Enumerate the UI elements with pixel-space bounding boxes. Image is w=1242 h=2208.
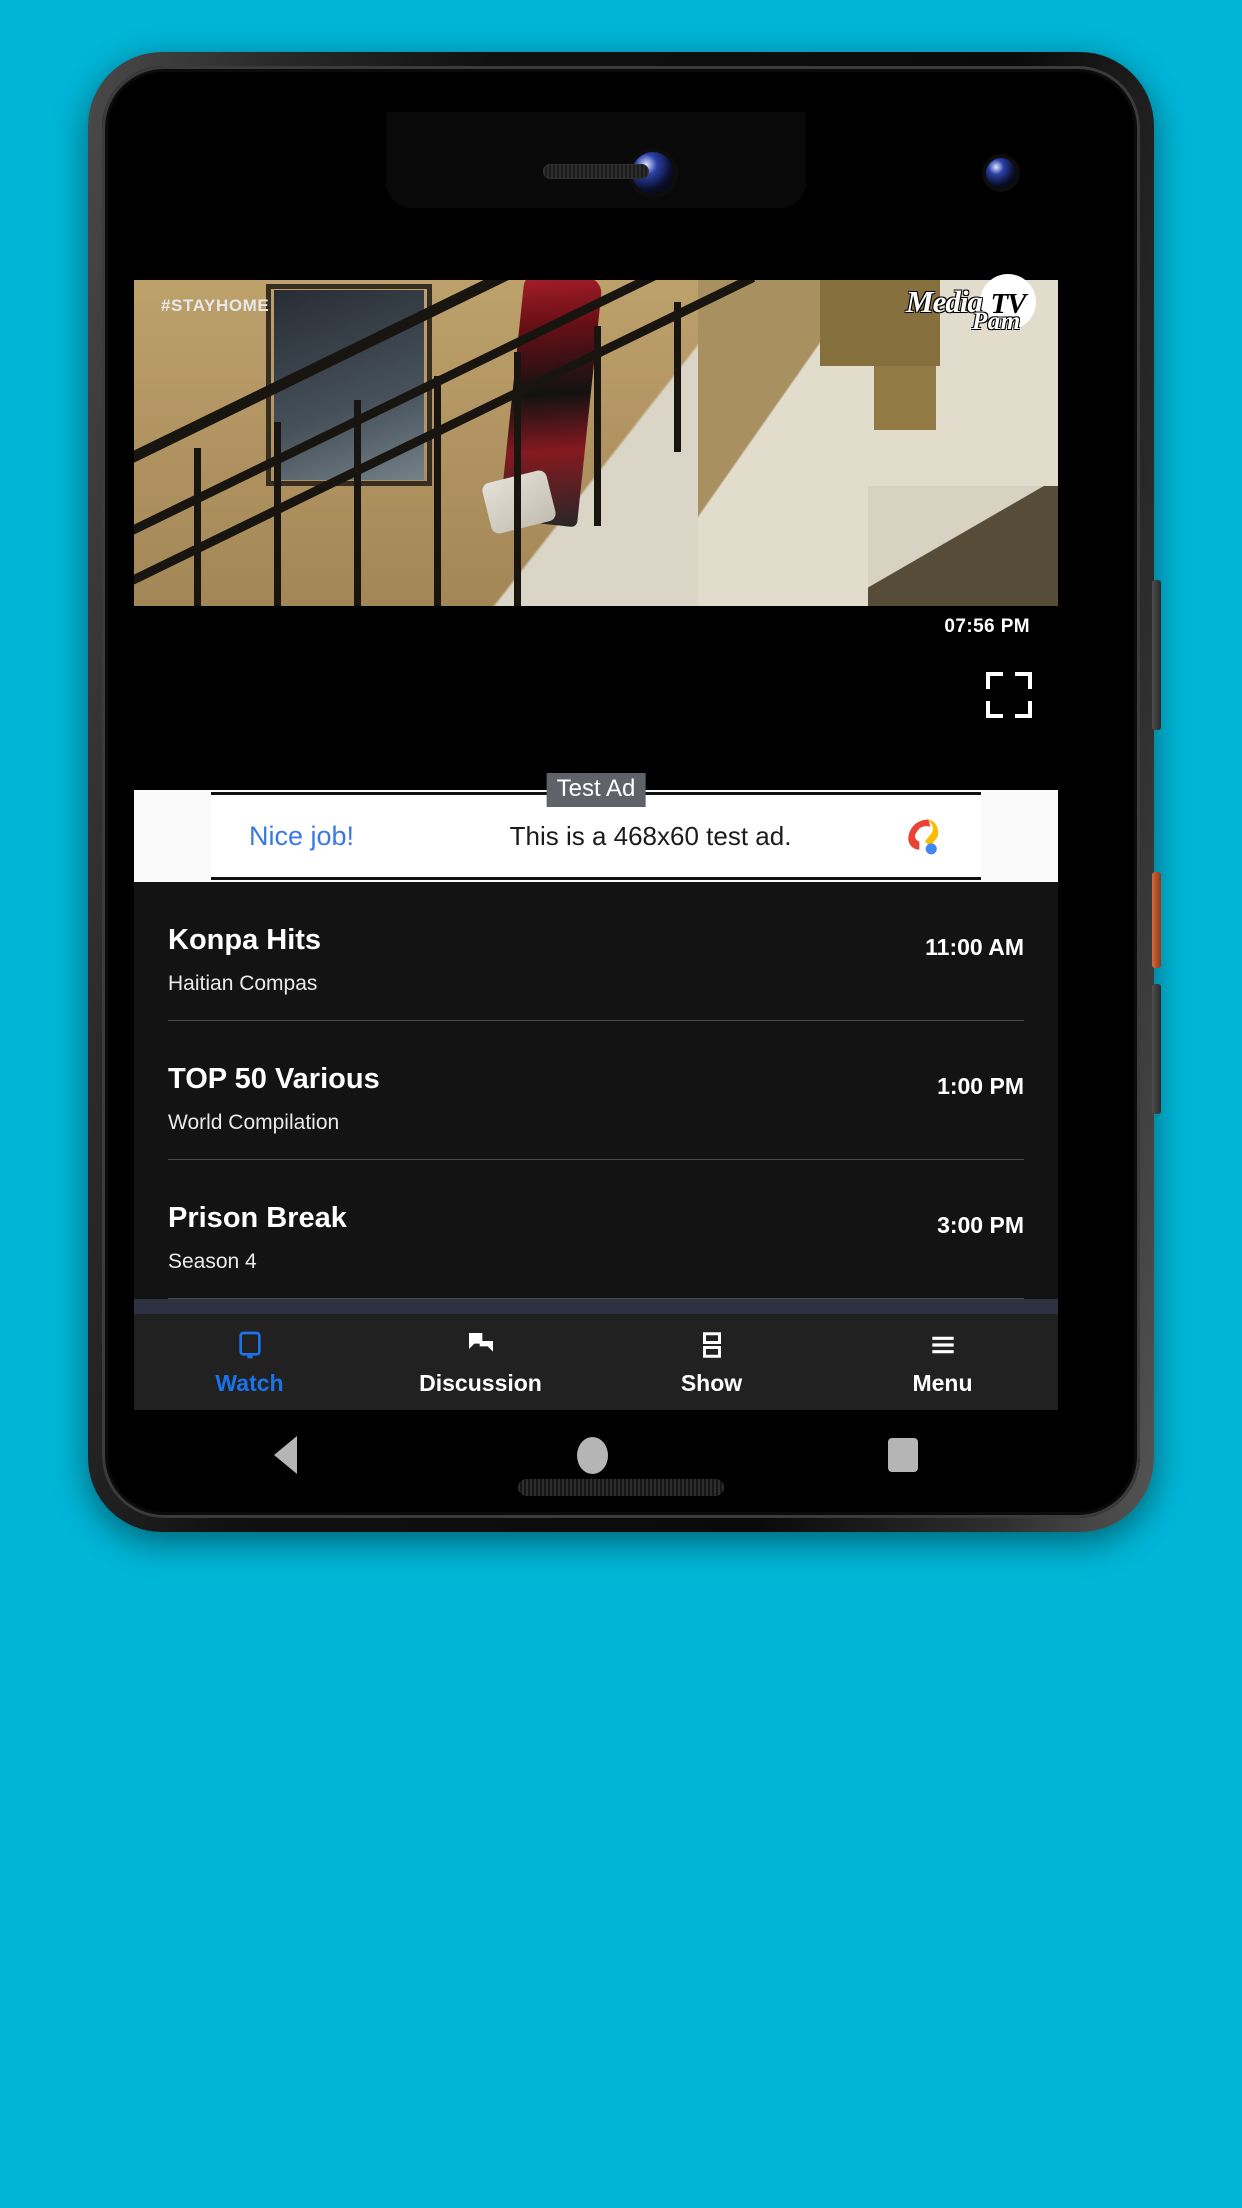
fullscreen-corner-tr (1015, 672, 1032, 689)
program-subtitle: World Compilation (168, 1111, 340, 1134)
stayhome-watermark: #STAYHOME (161, 296, 270, 315)
notch (386, 112, 1016, 208)
table-row[interactable]: TOP 50 Various World Compilation 1:00 PM (134, 1021, 1058, 1160)
phone-device-frame: #STAYHOME Media TV Pam 07:56 PM Nice job… (88, 52, 1161, 1532)
nav-item-watch[interactable]: Watch (134, 1328, 365, 1397)
phone-bezel: #STAYHOME Media TV Pam 07:56 PM Nice job… (102, 66, 1140, 1518)
front-camera-secondary-icon (986, 158, 1016, 188)
logo-media-text: Media (906, 284, 983, 319)
notch-bar (134, 112, 1058, 216)
nav-item-menu[interactable]: Menu (827, 1328, 1058, 1397)
channel-logo: Media TV Pam (906, 274, 1036, 338)
nav-item-discussion[interactable]: Discussion (365, 1328, 596, 1397)
phone-side-button-top[interactable] (1152, 580, 1161, 730)
nav-label-show: Show (680, 1369, 743, 1396)
fullscreen-icon[interactable] (986, 672, 1032, 718)
video-player[interactable]: #STAYHOME Media TV Pam 07:56 PM (134, 216, 1058, 790)
phone-side-button-bottom[interactable] (1152, 984, 1161, 1114)
phone-screen: #STAYHOME Media TV Pam 07:56 PM Nice job… (134, 112, 1058, 1500)
bottom-navigation: Watch Discussion Show Menu (134, 1314, 1058, 1410)
phone-side-button-mid[interactable] (1152, 872, 1161, 968)
fullscreen-corner-br (1015, 701, 1032, 718)
tv-monitor-icon (134, 1328, 365, 1362)
fullscreen-corner-tl (986, 672, 1003, 689)
nav-label-menu: Menu (912, 1369, 973, 1396)
back-triangle-icon[interactable] (274, 1436, 297, 1474)
program-time: 3:00 PM (937, 1212, 1024, 1238)
ad-banner[interactable]: Nice job! This is a 468x60 test ad. Test… (211, 773, 981, 880)
program-list[interactable]: Konpa Hits Haitian Compas 11:00 AM TOP 5… (134, 882, 1058, 1438)
program-title: TOP 50 Various (168, 1063, 380, 1095)
ad-body-text: This is a 468x60 test ad. (509, 820, 792, 851)
bottom-speaker-grille (518, 1479, 724, 1496)
program-time: 1:00 PM (937, 1073, 1024, 1099)
fullscreen-corner-bl (986, 701, 1003, 718)
view-agenda-icon (596, 1328, 827, 1362)
table-row[interactable]: Konpa Hits Haitian Compas 11:00 AM (134, 882, 1058, 1021)
ad-cta-link[interactable]: Nice job! (249, 821, 354, 852)
nav-label-discussion: Discussion (419, 1369, 542, 1396)
ad-zone: Nice job! This is a 468x60 test ad. Test… (134, 773, 1058, 882)
program-time: 11:00 AM (925, 934, 1024, 960)
video-overlay-top: #STAYHOME Media TV Pam (134, 274, 1058, 346)
screenshot-canvas: #STAYHOME Media TV Pam 07:56 PM Nice job… (0, 0, 1242, 2208)
program-subtitle: Haitian Compas (168, 972, 318, 995)
video-timestamp: 07:56 PM (944, 616, 1030, 637)
hamburger-icon (827, 1328, 1058, 1362)
program-title: Konpa Hits (168, 924, 322, 956)
ad-test-label: Test Ad (546, 773, 646, 807)
admob-icon (908, 819, 939, 855)
nav-label-watch: Watch (215, 1369, 284, 1396)
table-row[interactable]: Prison Break Season 4 3:00 PM (134, 1160, 1058, 1299)
program-subtitle: Season 4 (168, 1250, 257, 1273)
earpiece-speaker (543, 164, 649, 179)
nav-item-show[interactable]: Show (596, 1328, 827, 1397)
program-title: Prison Break (168, 1202, 347, 1234)
home-circle-icon[interactable] (577, 1436, 608, 1474)
recents-square-icon[interactable] (888, 1438, 918, 1472)
chat-bubbles-icon (365, 1328, 596, 1362)
logo-pam-text: Pam (972, 308, 1021, 335)
